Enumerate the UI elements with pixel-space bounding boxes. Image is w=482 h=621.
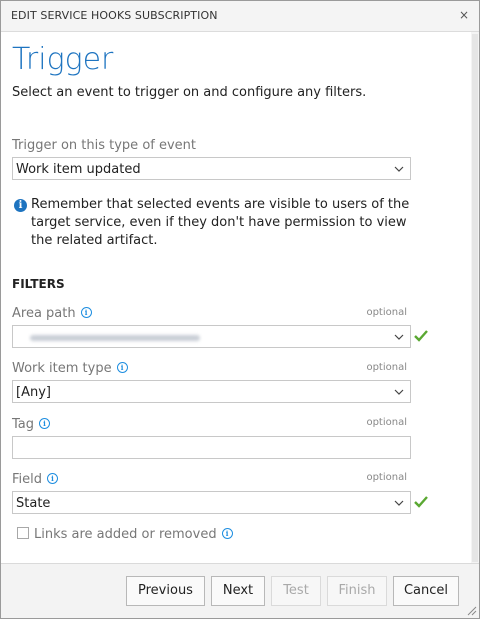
chevron-down-icon bbox=[394, 334, 404, 340]
field-label: Field i bbox=[12, 472, 59, 487]
area-path-optional: optional bbox=[366, 307, 407, 318]
links-checkbox-row[interactable]: Links are added or removed i bbox=[17, 527, 233, 542]
area-path-value-obscured bbox=[30, 335, 200, 341]
close-icon[interactable]: × bbox=[459, 8, 469, 22]
dialog-footer: Previous Next Test Finish Cancel bbox=[1, 563, 479, 618]
chevron-down-icon bbox=[394, 389, 404, 395]
tag-input[interactable] bbox=[12, 436, 411, 459]
tag-label: Tag i bbox=[12, 417, 51, 432]
previous-button[interactable]: Previous bbox=[126, 576, 205, 606]
finish-button[interactable]: Finish bbox=[327, 576, 387, 606]
tag-info-icon[interactable]: i bbox=[39, 418, 51, 429]
trigger-type-select[interactable]: Work item updated bbox=[12, 157, 411, 180]
field-optional: optional bbox=[366, 472, 407, 483]
page-subtitle: Select an event to trigger on and config… bbox=[12, 85, 367, 100]
area-path-label-text: Area path bbox=[12, 306, 76, 321]
page-title: Trigger bbox=[12, 42, 114, 77]
info-icon: i bbox=[14, 199, 27, 212]
chevron-down-icon bbox=[394, 500, 404, 506]
cancel-button[interactable]: Cancel bbox=[393, 576, 459, 606]
test-button[interactable]: Test bbox=[271, 576, 321, 606]
area-path-label: Area path i bbox=[12, 306, 92, 321]
resize-grip-icon[interactable] bbox=[465, 604, 477, 616]
next-button[interactable]: Next bbox=[211, 576, 265, 606]
trigger-type-label: Trigger on this type of event bbox=[12, 138, 197, 153]
links-info-icon[interactable]: i bbox=[221, 528, 233, 539]
field-select[interactable]: State bbox=[12, 491, 411, 514]
work-item-type-select[interactable]: [Any] bbox=[12, 380, 411, 403]
work-item-type-value: [Any] bbox=[16, 385, 51, 400]
trigger-type-value: Work item updated bbox=[16, 162, 141, 177]
tag-optional: optional bbox=[366, 417, 407, 428]
area-path-info-icon[interactable]: i bbox=[80, 307, 92, 318]
work-item-type-label: Work item type i bbox=[12, 361, 128, 376]
dialog-titlebar: EDIT SERVICE HOOKS SUBSCRIPTION × bbox=[1, 1, 479, 32]
field-info-icon[interactable]: i bbox=[47, 473, 59, 484]
dialog-title: EDIT SERVICE HOOKS SUBSCRIPTION bbox=[11, 9, 218, 22]
checkmark-icon bbox=[414, 496, 428, 508]
chevron-down-icon bbox=[394, 166, 404, 172]
links-checkbox[interactable] bbox=[17, 527, 29, 539]
links-checkbox-label: Links are added or removed bbox=[34, 527, 217, 542]
edit-subscription-dialog: EDIT SERVICE HOOKS SUBSCRIPTION × Trigge… bbox=[0, 0, 480, 619]
field-label-text: Field bbox=[12, 472, 43, 487]
field-value: State bbox=[16, 496, 51, 511]
work-item-type-info-icon[interactable]: i bbox=[116, 362, 128, 373]
work-item-type-optional: optional bbox=[366, 362, 407, 373]
dialog-content: Trigger Select an event to trigger on an… bbox=[1, 32, 479, 563]
work-item-type-label-text: Work item type bbox=[12, 361, 112, 376]
filters-heading: FILTERS bbox=[12, 277, 65, 291]
checkmark-icon bbox=[414, 330, 428, 342]
notice-text: Remember that selected events are visibl… bbox=[31, 197, 410, 248]
area-path-select[interactable] bbox=[12, 325, 411, 348]
tag-label-text: Tag bbox=[12, 417, 35, 432]
